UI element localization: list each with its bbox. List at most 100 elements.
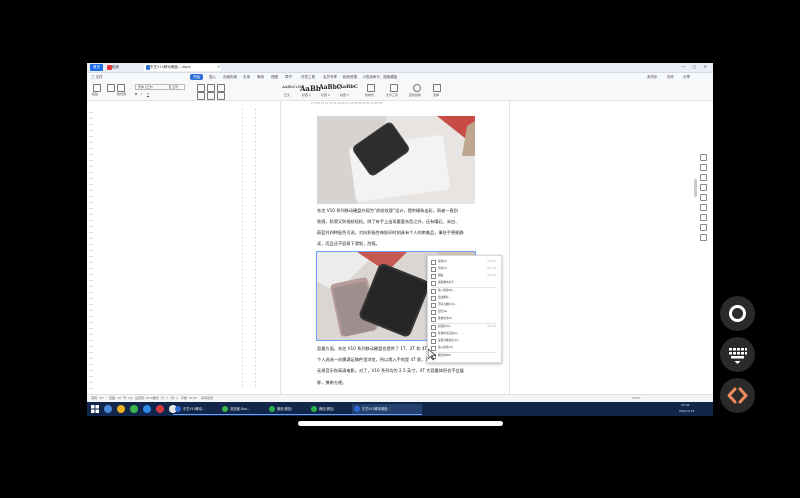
- clock-time[interactable]: 23:01: [681, 403, 690, 407]
- menu-chapter[interactable]: 章节: [285, 73, 292, 81]
- menu-review[interactable]: 审阅: [257, 73, 264, 81]
- menu-layout[interactable]: 页面布局: [223, 73, 237, 81]
- paste-icon[interactable]: [93, 84, 101, 92]
- menu-view[interactable]: 视图: [271, 73, 278, 81]
- context-menu-item[interactable]: 其他布局选项(L)...: [428, 330, 501, 337]
- select-icon[interactable]: [433, 84, 441, 92]
- code-toggle-button[interactable]: [720, 378, 755, 413]
- menu-references[interactable]: 引用: [243, 73, 250, 81]
- tab-wps[interactable]: 稻壳: [106, 64, 134, 71]
- keyboard-button[interactable]: [720, 337, 755, 372]
- text-tools-icon[interactable]: [390, 84, 398, 92]
- paragraph-2-line-3[interactable]: 无损音乐和高清电影。对了，V10 系列均为 2.5 英寸，4T 大容量体积也不会…: [317, 365, 464, 376]
- copy-icon[interactable]: [117, 84, 125, 92]
- search-command[interactable]: Q查找命令、搜索模板: [363, 73, 397, 81]
- document-workarea[interactable]: 2 4 6 8 10 12 14 16 18 20 22 24 26 28 30…: [87, 101, 713, 401]
- numbered-list-icon[interactable]: [207, 84, 215, 92]
- window-controls[interactable]: — ▢ ✕: [681, 64, 710, 69]
- wechat-icon: [269, 406, 275, 412]
- explorer-icon[interactable]: [117, 405, 125, 413]
- paragraph-1-line-4[interactable]: 读，而且还不容易下滑划，刮痕。: [317, 238, 380, 249]
- style-heading1[interactable]: AaBb: [300, 84, 321, 93]
- find-replace-label[interactable]: 查找替换: [409, 93, 421, 97]
- clock-date[interactable]: 2021/7/15: [679, 409, 694, 413]
- context-menu-item[interactable]: 插入批注(M): [428, 344, 501, 351]
- paragraph-1-line-3[interactable]: 蔚蓝共四种配色可选，对向积极性每批印时刻具有个人的审美品，事些手更能静: [317, 227, 464, 238]
- paragraph-2-line-4[interactable]: 胖，携带方便。: [317, 377, 346, 388]
- side-tool-icon[interactable]: [700, 214, 707, 221]
- search-taskbar-icon[interactable]: [104, 405, 112, 413]
- context-menu-item[interactable]: 复制(C) Ctrl+C: [428, 258, 501, 265]
- align-center-icon[interactable]: [207, 92, 215, 100]
- vertical-scrollbar[interactable]: [694, 141, 697, 416]
- context-menu-item[interactable]: 图片转PDF: [428, 352, 501, 359]
- indent-icon[interactable]: [217, 84, 225, 92]
- context-menu-item[interactable]: 叠放次序(R): [428, 315, 501, 322]
- side-tool-icon[interactable]: [700, 184, 707, 191]
- context-menu-item[interactable]: 更改图片...: [428, 294, 501, 301]
- context-menu-item[interactable]: 超链接(H)... Ctrl+K: [428, 323, 501, 330]
- app-window: 首页 稻壳 东芝V10移动硬盘....docx + — ▢ ✕ 三 文件 开始 …: [87, 63, 713, 416]
- select-label[interactable]: 选择: [433, 93, 439, 97]
- context-menu-item[interactable]: 剪切(T) Ctrl+X: [428, 265, 501, 272]
- italic-button[interactable]: I: [141, 92, 142, 96]
- bold-button[interactable]: B: [135, 92, 137, 96]
- menu-insert[interactable]: 插入: [209, 73, 216, 81]
- context-menu-item[interactable]: 组合(G): [428, 308, 501, 315]
- status-page[interactable]: 页码: 3/7: [91, 395, 104, 402]
- paragraph-1-line-2[interactable]: 致感，防滑又防指纹轻松。除了有手上出现重要东西之外，还有曜石、米白、: [317, 216, 459, 227]
- side-tool-icon[interactable]: [700, 174, 707, 181]
- menu-developer[interactable]: 开发工具: [301, 73, 315, 81]
- context-menu-item[interactable]: 插入题注(N)...: [428, 287, 501, 294]
- search-icon[interactable]: [413, 84, 421, 92]
- circle-button[interactable]: [720, 296, 755, 331]
- format-painter-label[interactable]: 格式刷: [117, 92, 126, 96]
- side-tool-icon[interactable]: [700, 234, 707, 241]
- side-tool-icon[interactable]: [700, 164, 707, 171]
- status-words[interactable]: 字数: 2139: [181, 395, 197, 402]
- text-tools-label[interactable]: 文字工具: [386, 93, 398, 97]
- side-tool-icon[interactable]: [700, 204, 707, 211]
- cut-icon[interactable]: [107, 84, 115, 92]
- edge-icon[interactable]: [143, 405, 151, 413]
- context-menu-item[interactable]: 粘贴 Ctrl+V: [428, 272, 501, 279]
- new-tab-button[interactable]: +: [217, 64, 223, 71]
- scrollbar-thumb[interactable]: [694, 179, 697, 197]
- side-tool-icon[interactable]: [700, 154, 707, 161]
- font-name-select[interactable]: 宋体 (正文): [135, 84, 171, 90]
- menu-home[interactable]: 开始: [190, 74, 203, 80]
- chrome-icon[interactable]: [130, 405, 138, 413]
- side-tool-icon[interactable]: [700, 224, 707, 231]
- side-tool-icon[interactable]: [700, 194, 707, 201]
- menu-share[interactable]: 分享: [683, 73, 690, 81]
- font-size-select[interactable]: 五号: [169, 84, 185, 90]
- menu-file[interactable]: 三 文件: [91, 73, 103, 81]
- app-icon[interactable]: [156, 405, 164, 413]
- context-menu-item[interactable]: 提取图中文字: [428, 279, 501, 286]
- menu-resources[interactable]: 稻壳资源: [343, 73, 357, 81]
- context-menu-item[interactable]: 另存为图片(S)...: [428, 301, 501, 308]
- taskbar-item-doc[interactable]: 东芝V10移动...: [173, 404, 223, 415]
- tab-home[interactable]: 首页: [90, 64, 103, 71]
- menu-collab[interactable]: 协作: [667, 73, 674, 81]
- menu-unsync[interactable]: 未同步: [647, 73, 658, 81]
- taskbar-item-doc-active[interactable]: 东芝V10移动硬盘...: [352, 404, 422, 415]
- taskbar-item-browser[interactable]: 浏览器-Goo...: [220, 404, 272, 415]
- underline-button[interactable]: U: [147, 92, 149, 96]
- align-left-icon[interactable]: [197, 92, 205, 100]
- list-icon[interactable]: [197, 84, 205, 92]
- new-style-label[interactable]: 新样式: [365, 93, 374, 97]
- status-spell[interactable]: 拼写检查: [201, 395, 213, 402]
- tab-document[interactable]: 东芝V10移动硬盘....docx: [144, 64, 220, 71]
- photo-hard-drive-top[interactable]: [317, 116, 475, 204]
- context-menu-item[interactable]: 设置对象格式(O)...: [428, 337, 501, 344]
- zoom-level[interactable]: 100%: [632, 395, 641, 402]
- windows-start-icon[interactable]: [91, 405, 99, 413]
- style-heading3[interactable]: AaBbC: [339, 84, 358, 90]
- home-indicator[interactable]: [298, 421, 503, 426]
- align-right-icon[interactable]: [217, 92, 225, 100]
- new-style-icon[interactable]: [367, 84, 375, 92]
- menu-member[interactable]: 会员专享: [323, 73, 337, 81]
- paragraph-1-line-1[interactable]: 东芝 V10 系列移动硬盘外观为“织纹纹理”设计，提供精致出彩，再者一直别: [317, 205, 458, 216]
- status-row: 行: 7: [161, 396, 168, 400]
